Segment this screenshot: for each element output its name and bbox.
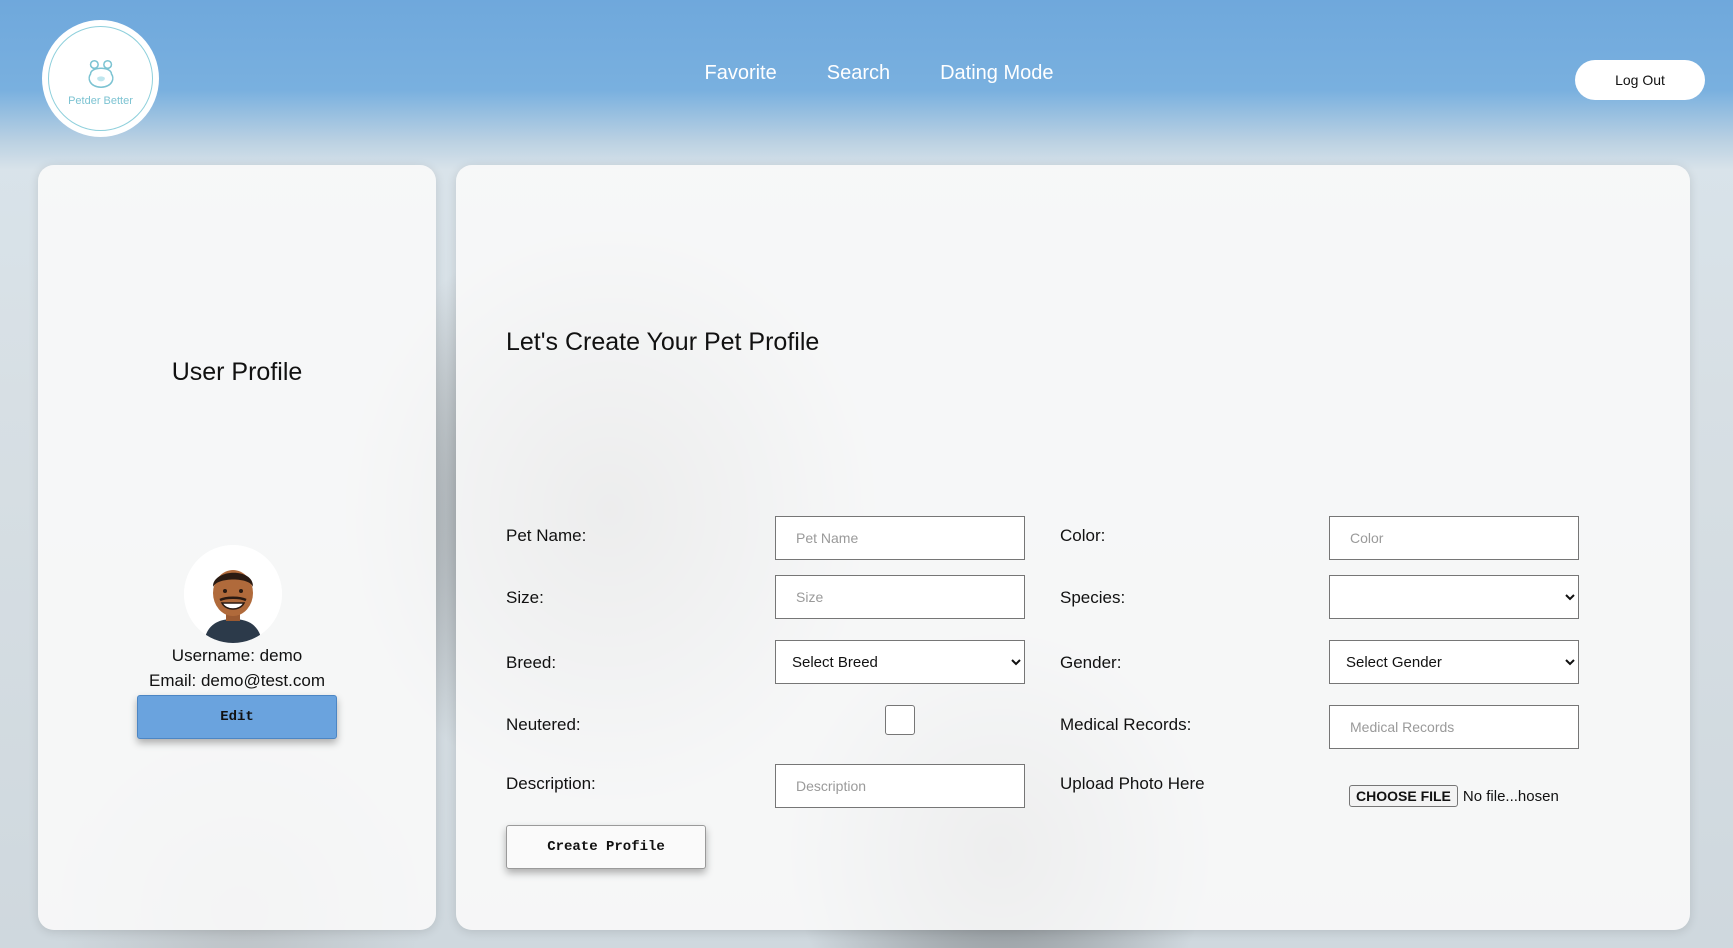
neutered-checkbox[interactable] [885, 705, 915, 735]
avatar [184, 545, 282, 643]
form-title: Let's Create Your Pet Profile [506, 328, 820, 356]
color-label: Color: [1060, 526, 1106, 545]
size-input[interactable] [775, 575, 1025, 619]
edit-profile-button[interactable]: Edit [137, 695, 337, 739]
breed-label: Breed: [506, 653, 557, 672]
species-label: Species: [1060, 588, 1126, 607]
gender-label: Gender: [1060, 653, 1122, 672]
main-nav: Favorite Search Dating Mode [0, 62, 1733, 85]
choose-file-button[interactable]: CHOOSE FILE [1349, 785, 1458, 807]
nav-dating-mode[interactable]: Dating Mode [940, 62, 1053, 85]
file-status-text: No file...hosen [1462, 787, 1559, 805]
gender-select[interactable]: Select Gender [1329, 640, 1579, 684]
color-input[interactable] [1329, 516, 1579, 560]
header-bar: Petder Better Favorite Search Dating Mod… [0, 0, 1733, 150]
pet-name-label: Pet Name: [506, 526, 587, 545]
logout-button[interactable]: Log Out [1575, 60, 1705, 100]
nav-search[interactable]: Search [827, 62, 890, 85]
size-label: Size: [506, 588, 544, 607]
nav-favorite[interactable]: Favorite [704, 62, 776, 85]
avatar-image [184, 545, 282, 643]
file-upload: CHOOSE FILE No file...hosen [1349, 785, 1559, 807]
username-text: Username: demo [171, 646, 303, 665]
species-select[interactable] [1329, 575, 1579, 619]
pet-profile-form-card: Let's Create Your Pet Profile Pet Name: … [456, 165, 1690, 930]
email-text: Email: demo@test.com [149, 671, 325, 690]
logo-text: Petder Better [68, 94, 133, 107]
upload-photo-label: Upload Photo Here [1060, 774, 1205, 793]
medical-records-input[interactable] [1329, 705, 1579, 749]
user-profile-card: User Profile Username: demo Email: demo@… [38, 165, 436, 930]
neutered-label: Neutered: [506, 715, 581, 734]
description-label: Description: [506, 774, 596, 793]
create-profile-button[interactable]: Create Profile [506, 825, 706, 869]
user-profile-title: User Profile [171, 358, 303, 386]
pet-name-input[interactable] [775, 516, 1025, 560]
description-input[interactable] [775, 764, 1025, 808]
breed-select[interactable]: Select Breed [775, 640, 1025, 684]
medical-records-label: Medical Records: [1060, 715, 1192, 734]
